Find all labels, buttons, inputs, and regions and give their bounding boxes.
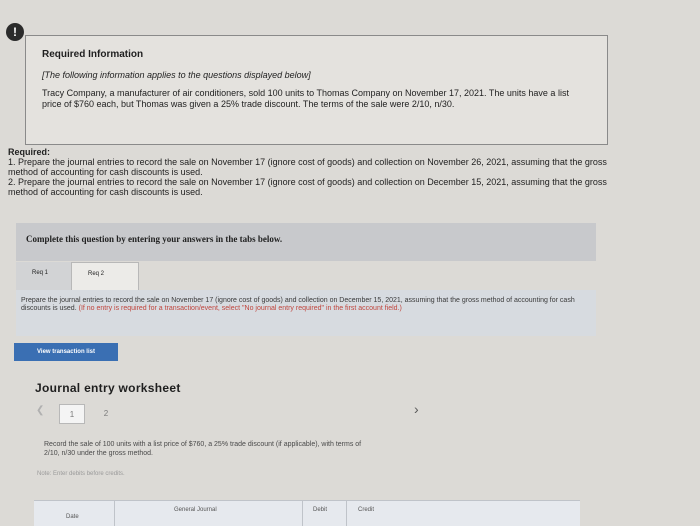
column-credit: Credit — [358, 507, 375, 513]
worksheet-page-1[interactable]: 1 — [59, 404, 85, 424]
info-body: Tracy Company, a manufacturer of air con… — [42, 88, 569, 109]
instructions-text: Prepare the journal entries to record th… — [21, 297, 581, 313]
worksheet-description: Record the sale of 100 units with a list… — [44, 441, 362, 457]
required-information-box: Required Information [The following info… — [25, 35, 608, 145]
column-divider — [346, 501, 347, 526]
worksheet-title: Journal entry worksheet — [35, 381, 181, 395]
complete-question-text: Complete this question by entering your … — [26, 234, 283, 244]
tab-req-1[interactable]: Req 1 — [16, 262, 71, 290]
column-date: Date — [66, 514, 79, 520]
column-debit: Debit — [313, 507, 328, 513]
instructions-note: (If no entry is required for a transacti… — [78, 305, 402, 312]
required-section: Required: 1. Prepare the journal entries… — [8, 147, 608, 197]
required-item-1: 1. Prepare the journal entries to record… — [8, 157, 607, 177]
tab-req-1-label: Req 1 — [32, 270, 49, 276]
required-item-2: 2. Prepare the journal entries to record… — [8, 177, 607, 197]
instructions-box: Prepare the journal entries to record th… — [16, 290, 596, 336]
journal-table-header: Date General Journal Debit Credit — [34, 500, 580, 526]
column-general-journal: General Journal — [174, 507, 217, 513]
column-divider — [114, 501, 115, 526]
info-subtitle: [The following information applies to th… — [42, 70, 311, 80]
chevron-left-icon[interactable]: ❮ — [36, 405, 44, 416]
tab-req-2-label: Req 2 — [88, 271, 105, 277]
column-divider — [302, 501, 303, 526]
info-title: Required Information — [42, 49, 144, 60]
chevron-right-icon[interactable]: › — [414, 401, 419, 417]
tab-req-2[interactable]: Req 2 — [71, 262, 139, 290]
view-transaction-list-button[interactable]: View transaction list — [14, 343, 118, 361]
worksheet-page-2[interactable]: 2 — [93, 404, 119, 424]
alert-icon: ! — [6, 23, 24, 41]
worksheet-note: Note: Enter debits before credits. — [37, 471, 125, 477]
complete-question-banner: Complete this question by entering your … — [16, 223, 596, 261]
required-heading: Required: — [8, 147, 51, 157]
